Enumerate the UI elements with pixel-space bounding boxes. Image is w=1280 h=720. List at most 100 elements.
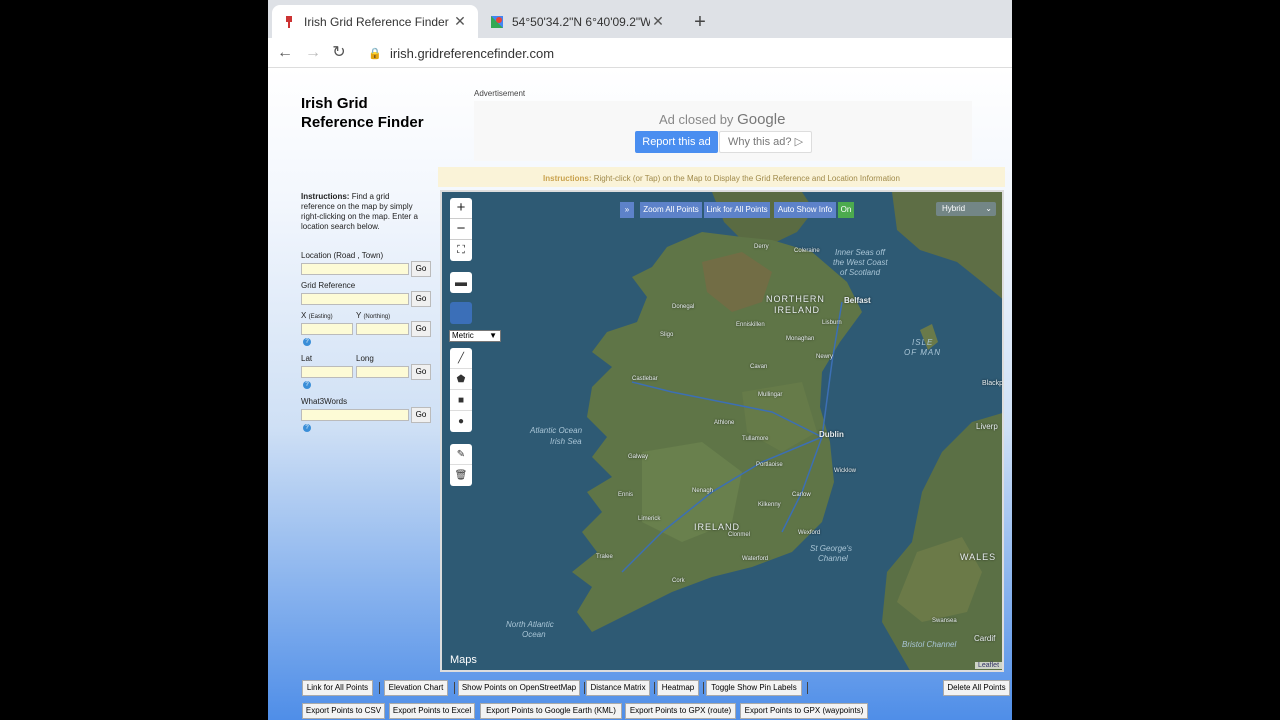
ad-closed-text: Ad closed by Google (659, 111, 785, 128)
close-icon[interactable]: ✕ (650, 13, 666, 30)
map-label: ISLE (912, 338, 934, 347)
leaflet-attribution[interactable]: Leaflet (975, 662, 1002, 669)
grid-reference-label: Grid Reference (301, 281, 356, 290)
draw-circle-icon[interactable]: ● (450, 411, 472, 432)
zoom-all-points-button[interactable]: Zoom All Points (640, 202, 702, 218)
layer-value: Hybrid (942, 204, 966, 213)
what3words-go-button[interactable]: Go (411, 407, 431, 423)
address-text: irish.gridreferencefinder.com (390, 45, 555, 61)
map-label: Coleraine (794, 248, 820, 254)
link-all-points-bottom-button[interactable]: Link for All Points (302, 680, 373, 696)
map-label: Portlaoise (756, 462, 783, 468)
units-value: Metric (452, 331, 474, 340)
easting-input[interactable] (301, 323, 353, 335)
forward-icon[interactable]: → (302, 42, 324, 64)
tab-irish-grid[interactable]: Irish Grid Reference Finder ✕ (272, 5, 478, 38)
map-label: Tralee (596, 554, 613, 560)
distance-matrix-button[interactable]: Distance Matrix (586, 680, 650, 696)
toggle-pin-labels-button[interactable]: Toggle Show Pin Labels (706, 680, 802, 696)
map-label: Enniskillen (736, 322, 765, 328)
what3words-label: What3Words (301, 397, 348, 406)
lat-input[interactable] (301, 366, 353, 378)
back-icon[interactable]: ← (274, 42, 296, 64)
x-label: X (301, 311, 307, 320)
edit-toolbar: ✎ 🗑 (450, 444, 472, 486)
northing-input[interactable] (356, 323, 409, 335)
reload-icon[interactable]: ↻ (328, 42, 350, 64)
link-all-points-button[interactable]: Link for All Points (704, 202, 770, 218)
ad-label: Advertisement (474, 89, 526, 98)
why-ad-button[interactable]: Why this ad? ▷ (719, 131, 812, 153)
new-tab-icon[interactable]: + (688, 10, 712, 34)
tab-title: Irish Grid Reference Finder (304, 14, 449, 29)
elevation-chart-button[interactable]: Elevation Chart (384, 680, 448, 696)
color-swatch[interactable] (450, 302, 472, 324)
close-icon[interactable]: ✕ (452, 13, 468, 30)
map-label: Athlone (714, 420, 735, 426)
long-input[interactable] (356, 366, 409, 378)
expand-toolbar-button[interactable]: » (620, 202, 634, 218)
export-gpx-waypoints-button[interactable]: Export Points to GPX (waypoints) (740, 703, 868, 719)
xy-go-button[interactable]: Go (411, 321, 431, 337)
what3words-input[interactable] (301, 409, 409, 421)
map-label: Ennis (618, 492, 634, 498)
report-ad-button[interactable]: Report this ad (635, 131, 718, 153)
help-icon[interactable]: ? (303, 424, 311, 432)
latlong-go-button[interactable]: Go (411, 364, 431, 380)
map-label: IRELAND (774, 305, 821, 315)
map-label: St George's (810, 544, 852, 553)
address-bar[interactable]: 🔒 irish.gridreferencefinder.com (360, 41, 1000, 65)
edit-icon[interactable]: ✎ (450, 444, 472, 465)
map-label: Donegal (672, 304, 695, 310)
northing-label: Y (Northing) (356, 311, 390, 320)
openstreetmap-button[interactable]: Show Points on OpenStreetMap (458, 680, 580, 696)
zoom-out-button[interactable]: − (450, 219, 472, 240)
map-label: Mullingar (758, 392, 783, 398)
grid-reference-input[interactable] (301, 293, 409, 305)
map-label: NORTHERN (766, 294, 825, 304)
grid-go-button[interactable]: Go (411, 291, 431, 307)
map-label: Wicklow (834, 468, 856, 474)
zoom-in-button[interactable]: + (450, 198, 472, 219)
export-csv-button[interactable]: Export Points to CSV (302, 703, 385, 719)
map-label: Ocean (522, 630, 546, 639)
map-label: the West Coast (833, 258, 888, 267)
location-input[interactable] (301, 263, 409, 275)
folder-icon[interactable]: ▬ (450, 272, 472, 293)
help-icon[interactable]: ? (303, 338, 311, 346)
map-label: Tullamore (742, 436, 769, 442)
heatmap-button[interactable]: Heatmap (657, 680, 699, 696)
map-label: Galway (628, 454, 649, 460)
delete-all-points-button[interactable]: Delete All Points (943, 680, 1010, 696)
export-kml-button[interactable]: Export Points to Google Earth (KML) (480, 703, 622, 719)
map-label: Nenagh (692, 488, 714, 494)
ad-closed-label: Ad closed by (659, 112, 734, 127)
auto-show-info-button[interactable]: Auto Show Info (774, 202, 836, 218)
map-instructions-label: Instructions: (543, 174, 592, 183)
map-label: of Scotland (840, 268, 881, 277)
draw-polygon-icon[interactable]: ⬟ (450, 369, 472, 390)
layer-select[interactable]: Hybrid ⌄ (936, 202, 996, 216)
location-go-button[interactable]: Go (411, 261, 431, 277)
x-sub: (Easting) (308, 314, 333, 320)
zoom-control: + − ⛶ (450, 198, 472, 261)
export-gpx-route-button[interactable]: Export Points to GPX (route) (625, 703, 736, 719)
export-excel-button[interactable]: Export Points to Excel (389, 703, 475, 719)
draw-rectangle-icon[interactable]: ■ (450, 390, 472, 411)
tab-google-maps[interactable]: 54°50'34.2"N 6°40'09.2"W - Goo ✕ (480, 5, 676, 38)
map-label: Inner Seas off (835, 248, 885, 257)
draw-line-icon[interactable]: ╱ (450, 348, 472, 369)
map-label: Belfast (844, 296, 871, 305)
map[interactable]: + − ⛶ ▬ Metric ▼ ╱ ⬟ ■ ● ✎ 🗑 » Zoom All … (440, 190, 1004, 672)
help-icon[interactable]: ? (303, 381, 311, 389)
tab-title: 54°50'34.2"N 6°40'09.2"W - Goo (512, 14, 650, 29)
units-select[interactable]: Metric ▼ (449, 330, 501, 342)
auto-show-info-toggle[interactable]: On (838, 202, 854, 218)
ad-brand: Google (737, 111, 786, 128)
lat-label: Lat (301, 354, 313, 363)
map-label: Wexford (798, 530, 821, 536)
map-label: Swansea (932, 618, 957, 624)
map-label: WALES (960, 552, 997, 562)
fullscreen-icon[interactable]: ⛶ (450, 240, 472, 261)
trash-icon[interactable]: 🗑 (450, 465, 472, 486)
